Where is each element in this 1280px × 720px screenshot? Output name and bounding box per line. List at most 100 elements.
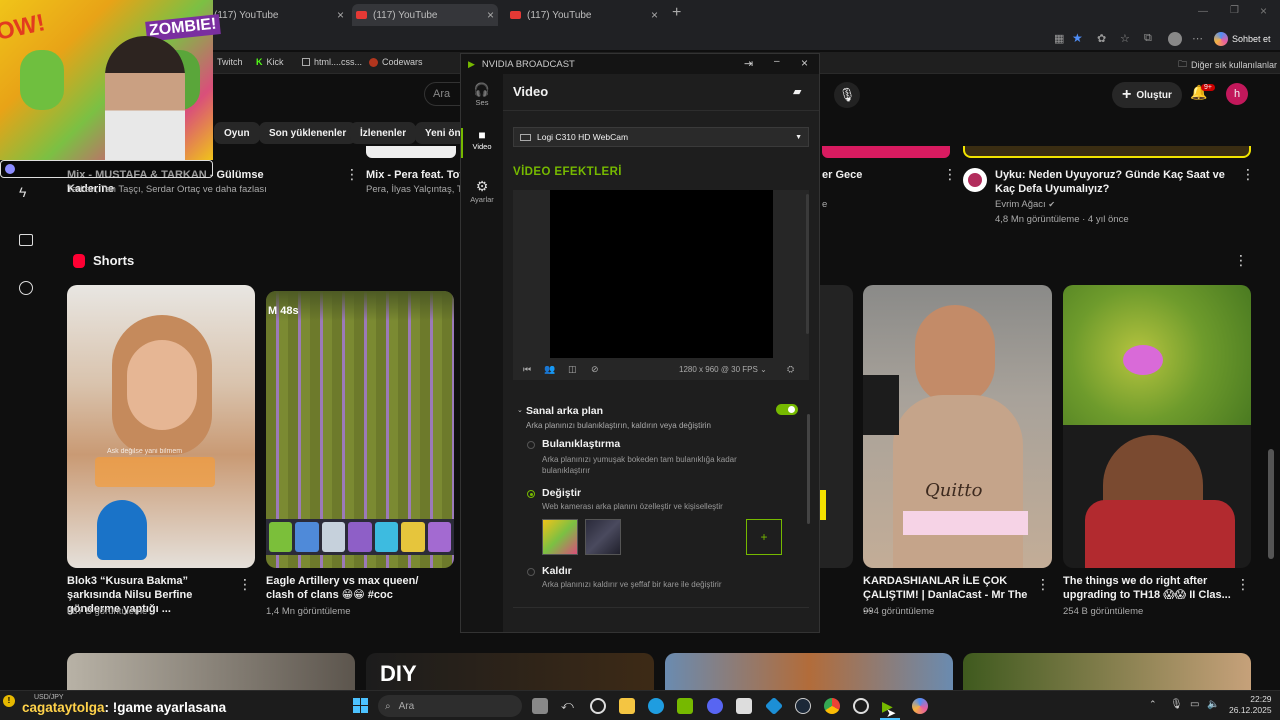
preview-settings-icon[interactable]: ⛭: [787, 364, 794, 375]
video-thumbnail[interactable]: [67, 653, 355, 690]
close-window-icon[interactable]: ×: [1260, 4, 1267, 18]
effects-scrollbar[interactable]: [806, 194, 809, 334]
bookmark-html[interactable]: html....css...: [302, 57, 362, 67]
video-thumbnail[interactable]: [665, 653, 953, 690]
more-options-icon[interactable]: ⋮: [943, 166, 957, 183]
favorites-icon[interactable]: ☆: [1120, 32, 1130, 45]
radio-replace[interactable]: [527, 490, 535, 498]
video-title[interactable]: Uyku: Neden Uyuyoruz? Günde Kaç Saat ve …: [995, 168, 1230, 196]
profile-avatar[interactable]: [1168, 32, 1182, 46]
more-options-icon[interactable]: ⋮: [1036, 576, 1050, 593]
bookmark-codewars[interactable]: Codewars: [369, 57, 423, 67]
bookmark-other[interactable]: 🗀 Diğer sık kullanılanlar: [1178, 57, 1277, 73]
skip-back-icon[interactable]: ⏮: [523, 364, 531, 375]
resolution-select[interactable]: 1280 x 960 @ 30 FPS ⌄: [679, 365, 767, 374]
edge-icon[interactable]: [648, 698, 664, 714]
shorts-title[interactable]: The things we do right after upgrading t…: [1063, 574, 1233, 602]
nvidia-icon[interactable]: [677, 698, 693, 714]
steam-icon[interactable]: [795, 698, 811, 714]
you-nav-icon[interactable]: [19, 281, 33, 295]
shorts-thumbnail[interactable]: [820, 285, 853, 568]
video-title[interactable]: Mix - Pera feat. Toy: [366, 168, 462, 182]
subscriptions-nav-icon[interactable]: [19, 234, 33, 246]
shorts-thumbnail[interactable]: Ask değilse yani bilmem: [67, 285, 255, 568]
search-input[interactable]: Ara: [424, 82, 464, 106]
chat-button[interactable]: Sohbet et: [1214, 30, 1271, 48]
copilot-icon[interactable]: [912, 698, 928, 714]
video-thumbnail[interactable]: [963, 146, 1251, 158]
minimize-icon[interactable]: —: [1198, 6, 1208, 17]
grid-icon[interactable]: ▦: [1054, 32, 1064, 45]
tray-mic-icon[interactable]: 🎙: [1170, 699, 1183, 710]
collapse-chevron-icon[interactable]: ⌄: [517, 406, 523, 414]
chrome-icon[interactable]: [824, 698, 840, 714]
add-background-button[interactable]: +: [746, 519, 782, 555]
browser-tab-active[interactable]: (117) YouTube ×: [352, 4, 498, 26]
obs-icon[interactable]: [853, 698, 869, 714]
close-icon[interactable]: ×: [801, 56, 808, 70]
mic-icon[interactable]: 🎙: [834, 82, 860, 108]
tray-display-icon[interactable]: ▭: [1190, 699, 1199, 710]
bookmark-kick[interactable]: K Kick: [256, 57, 284, 67]
restore-icon[interactable]: ❐: [1230, 5, 1239, 16]
channel-avatar[interactable]: [963, 168, 987, 192]
sidebar-item-video[interactable]: ■ Video: [461, 128, 503, 158]
avatar[interactable]: h: [1226, 83, 1248, 105]
create-button[interactable]: + Oluştur: [1112, 82, 1182, 108]
radio-remove[interactable]: [527, 568, 535, 576]
shorts-title[interactable]: Eagle Artillery vs max queen/ clash of c…: [266, 574, 436, 602]
shorts-nav-icon[interactable]: ϟ: [19, 184, 26, 200]
video-thumbnail[interactable]: [822, 146, 950, 158]
browser-tab[interactable]: (117) YouTube ×: [510, 4, 660, 26]
bookmark-twitch[interactable]: Twitch: [217, 57, 243, 67]
shorts-thumbnail[interactable]: M 48s: [266, 291, 454, 568]
close-icon[interactable]: ×: [337, 8, 344, 22]
people-icon[interactable]: 👥: [544, 364, 555, 375]
chatgpt-icon[interactable]: [590, 698, 606, 714]
background-image-dark[interactable]: [585, 519, 621, 555]
more-options-icon[interactable]: ⋮: [238, 576, 252, 593]
tray-chevron-icon[interactable]: ⌃: [1149, 699, 1157, 710]
virtual-bg-toggle[interactable]: [776, 404, 798, 415]
close-icon[interactable]: ×: [651, 8, 658, 22]
more-options-icon[interactable]: ⋮: [1234, 252, 1248, 269]
discord-icon[interactable]: [707, 698, 723, 714]
sidebar-item-ayarlar[interactable]: ⚙ Ayarlar: [461, 178, 503, 204]
signin-icon[interactable]: ⇥: [744, 57, 753, 70]
file-explorer-icon[interactable]: [619, 698, 635, 714]
chip-izlenenler[interactable]: İzlenenler: [350, 122, 417, 144]
sidebar-item-ses[interactable]: 🎧 Ses: [461, 82, 503, 107]
radio-blur[interactable]: [527, 441, 535, 449]
collections-icon[interactable]: ⧉: [1144, 32, 1152, 45]
video-title[interactable]: er Gece: [822, 168, 862, 182]
volume-icon[interactable]: 🔈: [1207, 699, 1219, 710]
page-scrollbar[interactable]: [1268, 449, 1274, 559]
camera-select[interactable]: Logi C310 HD WebCam ▼: [513, 127, 809, 147]
star-icon[interactable]: ★: [1072, 31, 1083, 45]
more-options-icon[interactable]: ⋮: [1236, 576, 1250, 593]
extensions-icon[interactable]: ✿: [1097, 32, 1106, 45]
more-icon[interactable]: ⋯: [1192, 32, 1203, 45]
minimize-icon[interactable]: –: [774, 56, 780, 67]
more-options-icon[interactable]: ⋮: [345, 166, 359, 183]
feedback-icon[interactable]: ▰: [793, 85, 801, 98]
video-thumbnail[interactable]: [366, 146, 456, 158]
hide-preview-icon[interactable]: ⊘: [591, 364, 599, 375]
channel-name[interactable]: Evrim Ağacı ✔: [995, 199, 1055, 210]
video-thumbnail[interactable]: [963, 653, 1251, 690]
snipping-tool-icon[interactable]: [736, 698, 752, 714]
vscode-icon[interactable]: [764, 696, 784, 716]
background-image-zombie[interactable]: [542, 519, 578, 555]
close-icon[interactable]: ×: [487, 8, 494, 22]
shorts-thumbnail[interactable]: [1063, 285, 1251, 568]
taskbar-search[interactable]: ⌕ Ara: [378, 695, 522, 717]
camera-snapshot-icon[interactable]: ◫: [568, 364, 577, 375]
task-view-icon[interactable]: [532, 698, 548, 714]
new-tab-button[interactable]: +: [672, 4, 681, 22]
chip-oyun[interactable]: Oyun: [214, 122, 260, 144]
start-icon[interactable]: [353, 698, 368, 713]
back-arrow-icon[interactable]: ⤺: [561, 698, 577, 714]
browser-tab[interactable]: (117) YouTube ×: [214, 4, 344, 26]
chip-son-yuklenenler[interactable]: Son yüklenenler: [259, 122, 357, 144]
options-scrollbar[interactable]: [807, 414, 810, 524]
